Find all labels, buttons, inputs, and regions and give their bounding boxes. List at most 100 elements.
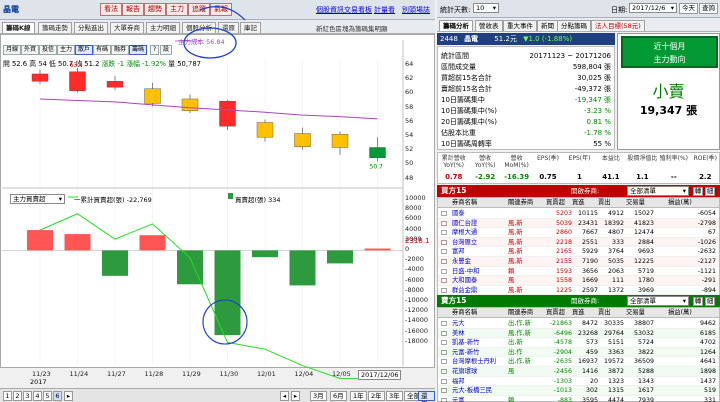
buy-detail-button[interactable]: 細 xyxy=(705,187,715,196)
column-header[interactable]: 關連券商 xyxy=(508,198,544,208)
checkbox[interactable]: □ xyxy=(441,276,447,286)
table-row[interactable]: □ 美林 風,作,新 -6496 23268 29764 53032 6185 xyxy=(438,328,719,339)
sell-detail-button[interactable]: 細 xyxy=(705,297,715,306)
cell-pnl: -291 xyxy=(701,277,716,285)
zoom-2y-button[interactable]: 2年 xyxy=(368,391,385,401)
table-row[interactable]: □ 福邦 -1303 20 1323 1343 1437 xyxy=(438,377,719,387)
query-button[interactable]: 查詢 xyxy=(699,3,718,14)
buy-switch-button[interactable]: 轉 xyxy=(693,187,703,196)
table-row[interactable]: □ 大和國泰 風 1558 1669 111 1780 -291 xyxy=(438,276,719,286)
zoom-1y-button[interactable]: 1年 xyxy=(350,391,367,401)
date-picker[interactable]: 2017/12/6 ▾ xyxy=(629,3,677,13)
checkbox[interactable]: □ xyxy=(441,386,447,396)
checkbox[interactable]: □ xyxy=(441,238,447,248)
table-row[interactable]: □ 國仁台證 風,新 5039 23431 18392 41823 -2798 xyxy=(438,218,719,229)
restore-button[interactable]: 還原 xyxy=(418,391,435,402)
page-3-button[interactable]: 3 xyxy=(23,391,32,401)
sell-broker-select[interactable]: 全部清單 ▾ xyxy=(627,296,689,306)
page-2-button[interactable]: 2 xyxy=(13,391,22,401)
zoom-3m-button[interactable]: 3月 xyxy=(310,391,327,401)
zoom-3y-button[interactable]: 3年 xyxy=(386,391,403,401)
zoom-in-icon[interactable]: ▸ xyxy=(291,391,300,401)
tab-news[interactable]: 新聞 xyxy=(537,20,558,31)
page-4-button[interactable]: 4 xyxy=(33,391,42,401)
page-next-icon[interactable]: ▸ xyxy=(64,391,73,401)
table-row[interactable]: □ 花旗環球 風 -2456 1416 3872 5288 1898 xyxy=(438,367,719,377)
table-row[interactable]: □ 摩根大通 風,新 2860 7667 4807 12474 67 xyxy=(438,228,719,238)
column-header[interactable]: 損益(萬) xyxy=(668,198,716,208)
sell-switch-button[interactable]: 轉 xyxy=(693,297,703,306)
cell-sell: 5151 xyxy=(607,339,624,347)
checkbox[interactable]: □ xyxy=(441,329,447,339)
zoom-out-icon[interactable]: ◂ xyxy=(280,391,289,401)
tab-chip-analysis[interactable]: 籌碼分析 xyxy=(439,20,473,31)
column-header[interactable]: 券商名稱 xyxy=(452,308,507,318)
table-row[interactable]: □ 元富 賴 -883 3595 4474 7939 331 xyxy=(438,396,719,402)
table-row[interactable]: □ 國泰 5203 10115 4912 15027 -6054 xyxy=(438,209,719,219)
checkbox[interactable]: □ xyxy=(441,219,447,229)
checkbox[interactable]: □ xyxy=(441,357,447,367)
buy-broker-select[interactable]: 全部清單 ▾ xyxy=(627,186,689,196)
tab-branch-chip[interactable]: 分點籌碼 xyxy=(557,20,591,31)
checkbox[interactable]: □ xyxy=(441,319,447,329)
cell-sell: 4912 xyxy=(607,210,624,217)
page-1-button[interactable]: 1 xyxy=(3,391,12,401)
column-header[interactable]: 買賣超 xyxy=(546,198,572,208)
tab-revenue[interactable]: 營收表 xyxy=(475,20,503,31)
page-6-button[interactable]: 6 xyxy=(53,391,62,401)
cell-vol: 5719 xyxy=(637,267,654,275)
checkbox[interactable]: □ xyxy=(441,286,447,296)
table-row[interactable]: □ 台灣摩根士丹利 出,作,新 -2635 16937 19572 36509 4641 xyxy=(438,357,719,367)
volume-tick-label: -16000 xyxy=(405,326,429,335)
column-header[interactable]: 買進 xyxy=(572,198,598,208)
table-row[interactable]: □ 元大 出,作,新 -21863 8472 30335 38807 9462 xyxy=(438,319,719,329)
volume-tick-label: 10000 xyxy=(405,194,426,202)
zoom-6m-button[interactable]: 6月 xyxy=(330,391,347,401)
cell-rel: 風,新 xyxy=(508,238,523,246)
table-row[interactable]: □ 凱基-新竹 出,新 -4578 573 5151 5724 4702 xyxy=(438,338,719,348)
table-row[interactable]: □ 永豐金 風,新 2155 7190 5035 12225 -2127 xyxy=(438,257,719,267)
page-5-button[interactable]: 5 xyxy=(43,391,52,401)
table-row[interactable]: □ 元富-新竹 出,作 -2904 459 3363 3822 1264 xyxy=(438,347,719,358)
sub-indicator-select[interactable]: 主力買賣超 ▾ xyxy=(10,194,65,204)
column-header[interactable]: 損益(萬) xyxy=(668,308,716,318)
chevron-down-icon: ▾ xyxy=(682,297,686,305)
cell-sell: 30335 xyxy=(603,320,624,327)
table-row[interactable]: □ 群益金鼎 風,新 1225 2597 1372 3969 -894 xyxy=(438,286,719,296)
table-row[interactable]: □ 台灣匯立 風,新 2218 2551 333 2884 -1026 xyxy=(438,237,719,248)
today-button[interactable]: 今天 xyxy=(679,3,698,14)
column-header[interactable]: 賣出 xyxy=(598,308,624,318)
column-header[interactable]: 交易量 xyxy=(626,198,654,208)
checkbox[interactable]: □ xyxy=(441,367,447,377)
cell-name: 花旗環球 xyxy=(452,368,478,375)
tab-target-price[interactable]: 法人目標(58元) xyxy=(591,20,645,31)
info-row: 買超前15名合計 30,025 張 xyxy=(441,73,613,83)
info-row: 10日籌碼集中(%) -3.23 % xyxy=(441,106,613,116)
cell-sell: 18392 xyxy=(603,219,624,227)
checkbox[interactable]: □ xyxy=(441,209,447,219)
cell-pnl: 1898 xyxy=(699,368,716,375)
checkbox[interactable]: □ xyxy=(441,338,447,348)
checkbox[interactable]: □ xyxy=(441,228,447,238)
column-header[interactable]: 關連券商 xyxy=(508,308,544,318)
stat-period-select[interactable]: 10 ▾ xyxy=(473,3,499,13)
table-row[interactable]: □ 富邦 風,新 2165 5929 3764 9693 -2632 xyxy=(438,247,719,257)
candle-body xyxy=(144,88,161,104)
column-header[interactable]: 買賣超 xyxy=(546,308,572,318)
table-header: 券商名稱 關連券商 買賣超 買進 賣出 交易量 損益(萬) xyxy=(438,308,719,318)
column-header[interactable]: 賣出 xyxy=(598,198,624,208)
table-row[interactable]: □ 元大-板橋三民 -1013 302 1315 1617 519 xyxy=(438,386,719,396)
checkbox[interactable]: □ xyxy=(441,377,447,387)
price-tick-label: 64 xyxy=(405,60,414,68)
column-header[interactable]: 買進 xyxy=(572,308,598,318)
checkbox[interactable]: □ xyxy=(441,247,447,257)
checkbox[interactable]: □ xyxy=(441,267,447,277)
column-header[interactable]: 券商名稱 xyxy=(452,198,507,208)
checkbox[interactable]: □ xyxy=(441,257,447,267)
column-header[interactable]: 交易量 xyxy=(626,308,654,318)
checkbox[interactable]: □ xyxy=(441,348,447,358)
info-row: 10日籌碼集中 -19,347 張 xyxy=(441,95,613,105)
checkbox[interactable]: □ xyxy=(441,396,447,402)
table-row[interactable]: □ 日盛-中和 賴 1593 3656 2063 5719 -1121 xyxy=(438,267,719,277)
tab-major-events[interactable]: 重大事件 xyxy=(503,20,537,31)
